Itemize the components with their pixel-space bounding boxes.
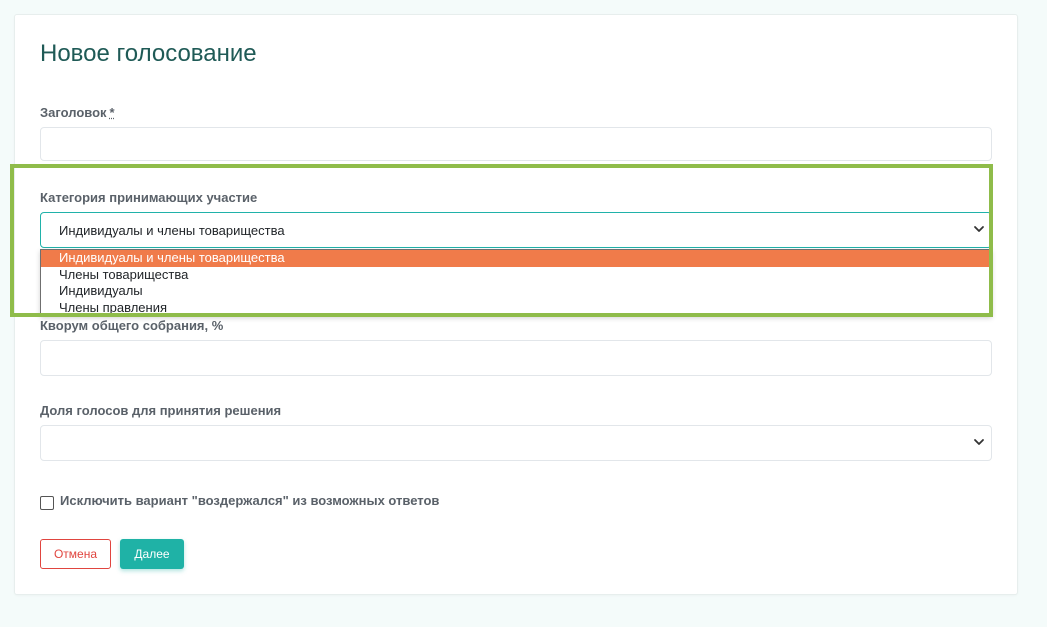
exclude-abstain-label: Исключить вариант "воздержался" из возмо… bbox=[60, 493, 440, 508]
highlight-frame bbox=[10, 164, 993, 317]
next-button[interactable]: Далее bbox=[120, 539, 184, 569]
title-input[interactable] bbox=[40, 127, 992, 161]
title-field-label: Заголовок * bbox=[40, 105, 115, 120]
chevron-down-icon bbox=[974, 439, 984, 445]
page-title: Новое голосование bbox=[40, 40, 257, 67]
vote-share-field-label: Доля голосов для принятия решения bbox=[40, 403, 282, 418]
title-field-label-text: Заголовок bbox=[40, 105, 107, 120]
exclude-abstain-checkbox[interactable] bbox=[40, 496, 54, 510]
required-mark: * bbox=[109, 105, 115, 120]
quorum-input[interactable] bbox=[40, 340, 992, 376]
vote-share-select[interactable] bbox=[40, 425, 992, 461]
quorum-field-label: Кворум общего собрания, % bbox=[40, 318, 224, 333]
cancel-button[interactable]: Отмена bbox=[40, 539, 111, 569]
